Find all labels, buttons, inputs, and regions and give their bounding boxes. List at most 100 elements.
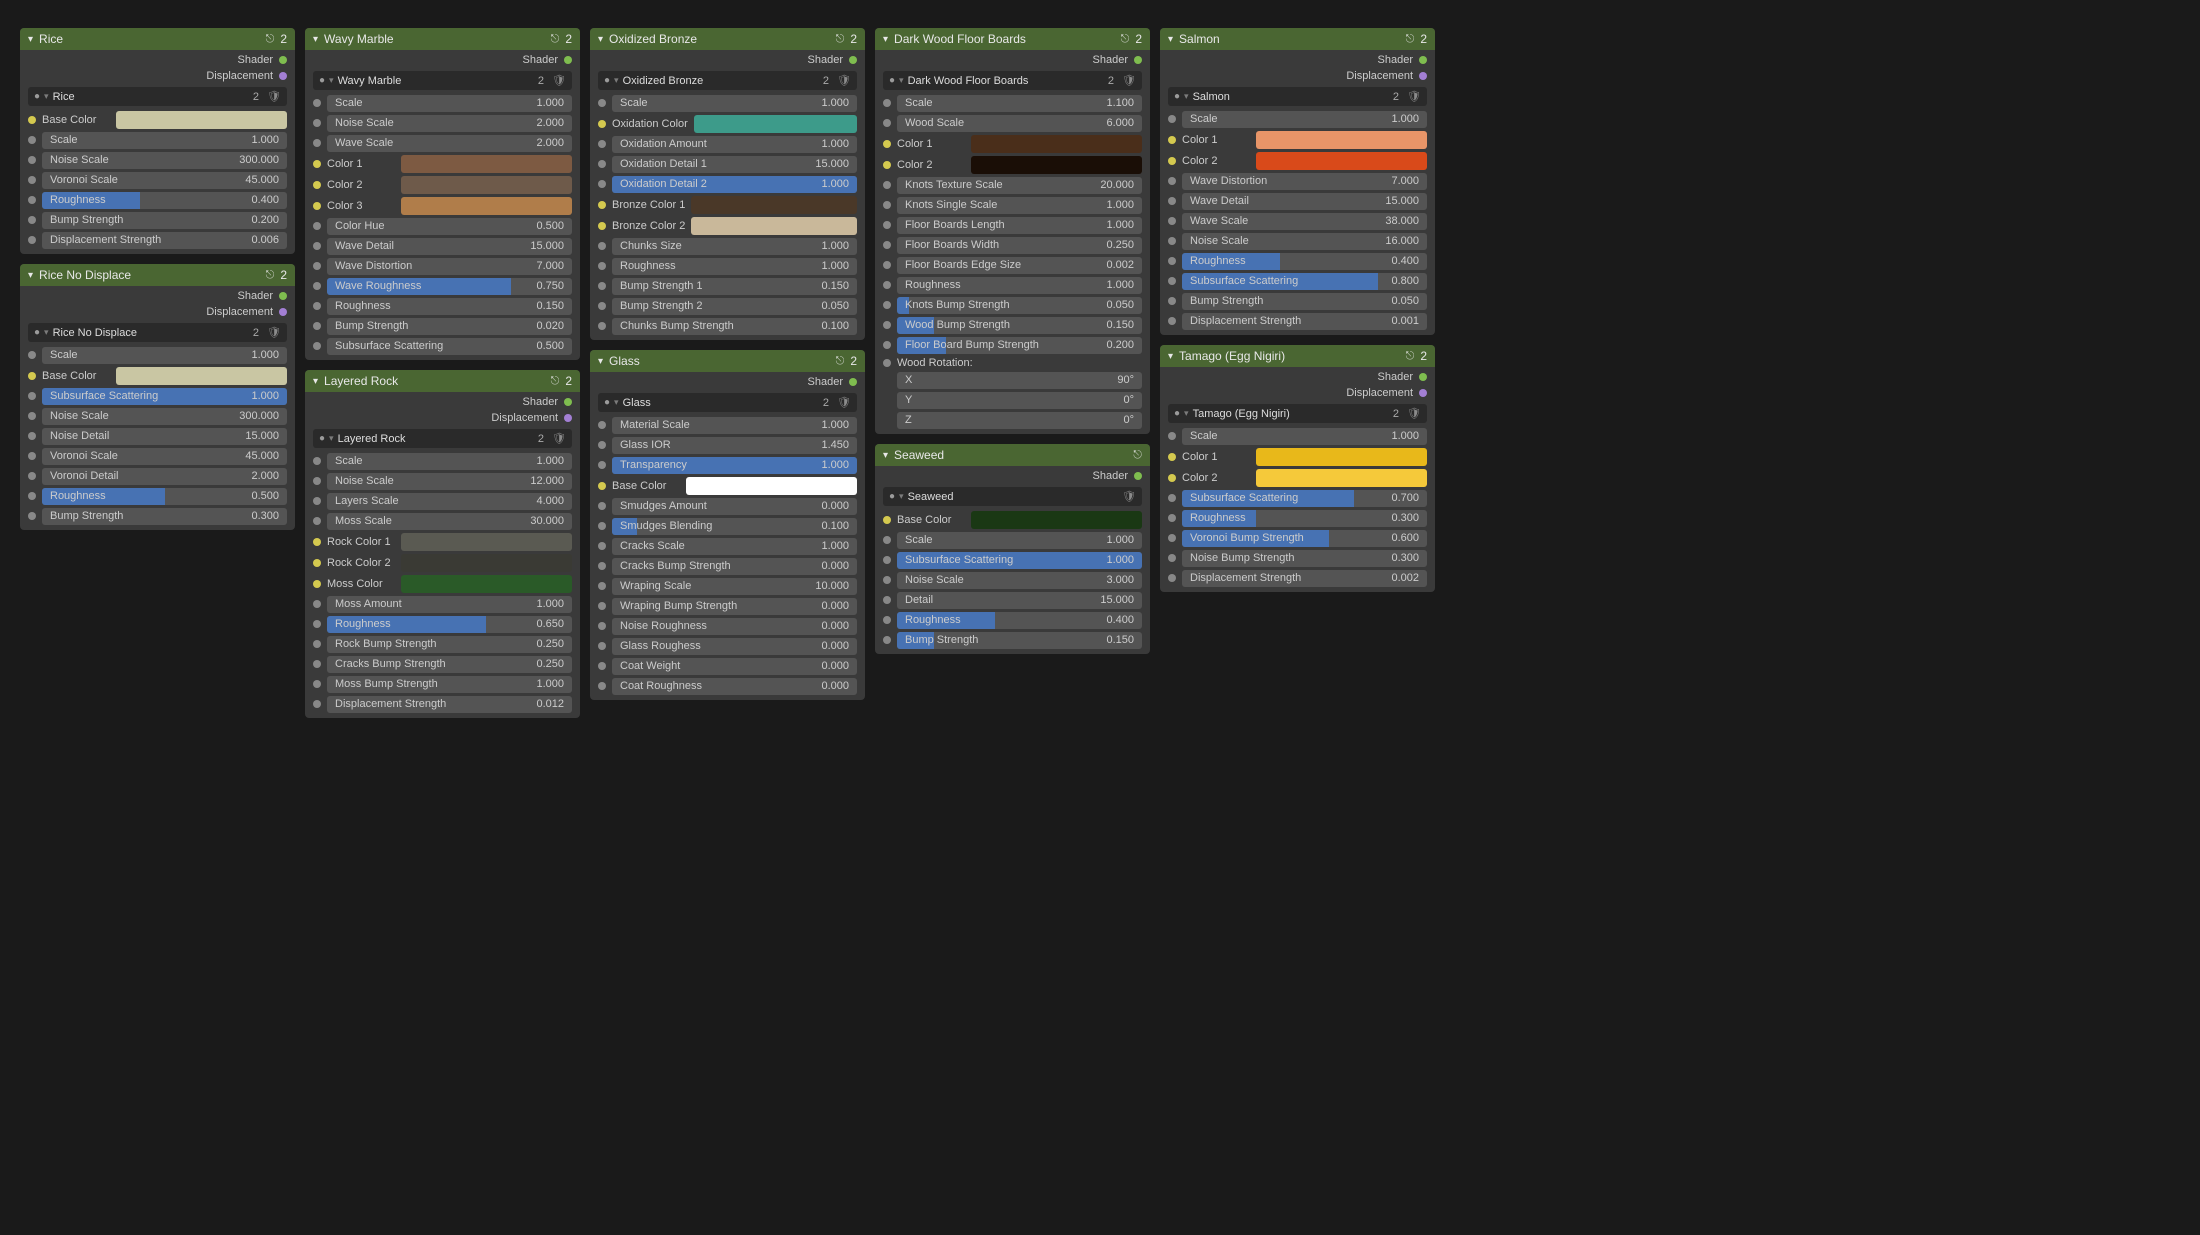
dropdown-icon[interactable]: ▾ [329, 75, 334, 86]
value-slider[interactable]: Wraping Scale10.000 [612, 578, 857, 595]
color-swatch[interactable] [971, 511, 1142, 529]
value-slider[interactable]: Subsurface Scattering1.000 [897, 552, 1142, 569]
value-slider[interactable]: Voronoi Scale45.000 [42, 172, 287, 189]
value-slider[interactable]: Roughness1.000 [612, 258, 857, 275]
material-name-field[interactable]: ●▾Wavy Marble2🛡 [313, 71, 572, 90]
dropdown-icon[interactable]: ▾ [899, 491, 904, 502]
panel-header[interactable]: ▾Tamago (Egg Nigiri)⎋2 [1160, 345, 1435, 367]
value-slider[interactable]: Wave Scale38.000 [1182, 213, 1427, 230]
value-slider[interactable]: Scale1.000 [42, 347, 287, 364]
color-swatch[interactable] [401, 554, 572, 572]
value-slider[interactable]: Noise Scale12.000 [327, 473, 572, 490]
dropdown-icon[interactable]: ▾ [614, 397, 619, 408]
value-slider[interactable]: Color Hue0.500 [327, 218, 572, 235]
panel-header[interactable]: ▾Rice⎋2 [20, 28, 295, 50]
dropdown-icon[interactable]: ▾ [1184, 408, 1189, 419]
value-slider[interactable]: Coat Roughness0.000 [612, 678, 857, 695]
value-slider[interactable]: Bump Strength0.050 [1182, 293, 1427, 310]
material-name-field[interactable]: ●▾Dark Wood Floor Boards2🛡 [883, 71, 1142, 90]
value-slider[interactable]: Bump Strength 20.050 [612, 298, 857, 315]
value-slider[interactable]: Roughness0.400 [42, 192, 287, 209]
value-slider[interactable]: Wave Detail15.000 [1182, 193, 1427, 210]
dropdown-icon[interactable]: ▾ [44, 91, 49, 102]
value-slider[interactable]: Moss Amount1.000 [327, 596, 572, 613]
value-slider[interactable]: Subsurface Scattering1.000 [42, 388, 287, 405]
user-count[interactable]: 2 [249, 327, 263, 339]
color-swatch[interactable] [694, 115, 857, 133]
node-panel[interactable]: ▾Rice⎋2ShaderDisplacement●▾Rice2🛡Base Co… [20, 28, 295, 254]
value-slider[interactable]: Wood Bump Strength0.150 [897, 317, 1142, 334]
output-socket[interactable]: Shader [20, 52, 295, 68]
output-socket[interactable]: Shader [20, 288, 295, 304]
value-slider[interactable]: Rock Bump Strength0.250 [327, 636, 572, 653]
shield-icon[interactable]: 🛡 [552, 432, 566, 445]
node-options-icon[interactable]: ⎋ [551, 33, 560, 46]
value-slider[interactable]: Glass Roughess0.000 [612, 638, 857, 655]
value-slider[interactable]: Chunks Bump Strength0.100 [612, 318, 857, 335]
value-slider[interactable]: Scale1.000 [42, 132, 287, 149]
node-options-icon[interactable]: ⎋ [1133, 449, 1142, 462]
node-panel[interactable]: ▾Dark Wood Floor Boards⎋2Shader●▾Dark Wo… [875, 28, 1150, 434]
output-socket[interactable]: Displacement [1160, 68, 1435, 84]
color-swatch[interactable] [116, 367, 287, 385]
output-socket[interactable]: Shader [590, 374, 865, 390]
value-slider[interactable]: Noise Scale16.000 [1182, 233, 1427, 250]
value-slider[interactable]: Scale1.000 [327, 453, 572, 470]
value-slider[interactable]: Coat Weight0.000 [612, 658, 857, 675]
material-name-field[interactable]: ●▾Rice2🛡 [28, 87, 287, 106]
value-slider[interactable]: Noise Roughness0.000 [612, 618, 857, 635]
value-slider[interactable]: Chunks Size1.000 [612, 238, 857, 255]
color-swatch[interactable] [401, 197, 572, 215]
output-socket[interactable]: Shader [1160, 369, 1435, 385]
value-slider[interactable]: Cracks Scale1.000 [612, 538, 857, 555]
value-slider[interactable]: Bump Strength0.020 [327, 318, 572, 335]
color-swatch[interactable] [1256, 448, 1427, 466]
color-swatch[interactable] [691, 196, 857, 214]
material-name-field[interactable]: ●▾Glass2🛡 [598, 393, 857, 412]
value-slider[interactable]: Transparency1.000 [612, 457, 857, 474]
dropdown-icon[interactable]: ▾ [899, 75, 904, 86]
output-socket[interactable]: Displacement [305, 410, 580, 426]
user-count[interactable]: 2 [1389, 91, 1403, 103]
shield-icon[interactable]: 🛡 [1122, 490, 1136, 503]
user-count[interactable]: 2 [819, 397, 833, 409]
dropdown-icon[interactable]: ▾ [44, 327, 49, 338]
value-slider[interactable]: Floor Boards Edge Size0.002 [897, 257, 1142, 274]
node-options-icon[interactable]: ⎋ [1406, 33, 1415, 46]
value-slider[interactable]: Noise Scale2.000 [327, 115, 572, 132]
value-slider[interactable]: Scale1.000 [612, 95, 857, 112]
value-slider[interactable]: Scale1.000 [897, 532, 1142, 549]
value-slider[interactable]: Wraping Bump Strength0.000 [612, 598, 857, 615]
user-count[interactable]: 2 [534, 75, 548, 87]
value-slider[interactable]: Roughness1.000 [897, 277, 1142, 294]
color-swatch[interactable] [686, 477, 857, 495]
value-slider[interactable]: X90° [897, 372, 1142, 389]
panel-header[interactable]: ▾Oxidized Bronze⎋2 [590, 28, 865, 50]
material-name-field[interactable]: ●▾Tamago (Egg Nigiri)2🛡 [1168, 404, 1427, 423]
color-swatch[interactable] [1256, 152, 1427, 170]
value-slider[interactable]: Floor Boards Length1.000 [897, 217, 1142, 234]
value-slider[interactable]: Scale1.000 [1182, 111, 1427, 128]
value-slider[interactable]: Wave Distortion7.000 [1182, 173, 1427, 190]
output-socket[interactable]: Shader [305, 394, 580, 410]
value-slider[interactable]: Cracks Bump Strength0.000 [612, 558, 857, 575]
value-slider[interactable]: Z0° [897, 412, 1142, 429]
user-count[interactable]: 2 [819, 75, 833, 87]
dropdown-icon[interactable]: ▾ [1184, 91, 1189, 102]
color-swatch[interactable] [401, 575, 572, 593]
value-slider[interactable]: Noise Scale300.000 [42, 408, 287, 425]
color-swatch[interactable] [401, 533, 572, 551]
panel-header[interactable]: ▾Rice No Displace⎋2 [20, 264, 295, 286]
value-slider[interactable]: Subsurface Scattering0.500 [327, 338, 572, 355]
value-slider[interactable]: Knots Single Scale1.000 [897, 197, 1142, 214]
shield-icon[interactable]: 🛡 [267, 90, 281, 103]
node-options-icon[interactable]: ⎋ [266, 33, 275, 46]
panel-header[interactable]: ▾Dark Wood Floor Boards⎋2 [875, 28, 1150, 50]
output-socket[interactable]: Shader [305, 52, 580, 68]
material-name-field[interactable]: ●▾Oxidized Bronze2🛡 [598, 71, 857, 90]
value-slider[interactable]: Moss Bump Strength1.000 [327, 676, 572, 693]
material-name-field[interactable]: ●▾Layered Rock2🛡 [313, 429, 572, 448]
output-socket[interactable]: Displacement [20, 304, 295, 320]
color-swatch[interactable] [1256, 469, 1427, 487]
value-slider[interactable]: Smudges Blending0.100 [612, 518, 857, 535]
